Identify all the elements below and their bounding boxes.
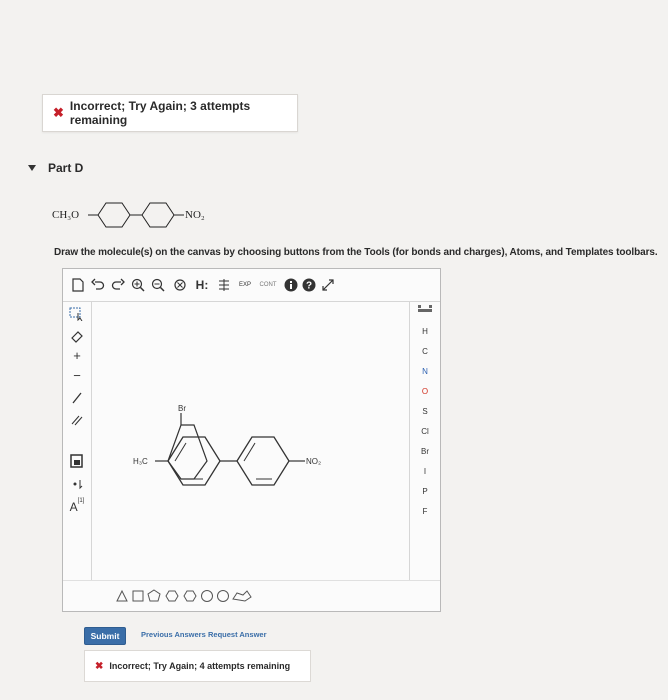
canvas-molecule[interactable]: Br H₃C NO₂ [133,399,393,499]
atom-button-o[interactable]: O [410,387,440,396]
radical-icon[interactable] [67,475,87,493]
feedback-banner-bottom: ✖ Incorrect; Try Again; 4 attempts remai… [84,650,311,682]
new-document-icon[interactable] [69,276,87,294]
benzene-template-icon [183,590,197,602]
undo-icon[interactable] [89,276,107,294]
svg-text:?: ? [306,281,312,292]
fullscreen-icon[interactable] [319,276,337,294]
submit-button[interactable]: Submit [84,627,126,645]
atom-label-tool[interactable]: A [1] [65,497,89,517]
atom-button-p[interactable]: P [410,487,440,496]
methoxy-group: CH₃O [52,209,79,221]
clear-icon[interactable] [171,276,189,294]
triangle-template-icon [116,589,128,602]
octagon-template-icon [217,590,229,602]
atom-button-br[interactable]: Br [410,447,440,456]
feedback-text: Incorrect; Try Again; 3 attempts remaini… [69,99,251,127]
atom-label-index: [1] [77,498,85,504]
atom-button-n[interactable]: N [410,367,440,376]
methyl-group: H₃C [133,457,148,466]
molecule-editor[interactable]: H: EXP CONT ? + − A [1] H C N O S Cl Br … [62,268,441,612]
info-icon[interactable] [283,277,299,293]
atom-button-h[interactable]: H [410,327,440,336]
toolbar-templates [63,580,440,611]
negative-charge-button[interactable]: − [67,367,87,383]
instructions-text: Draw the molecule(s) on the canvas by ch… [54,247,658,258]
hexagon-template-icon [165,590,179,602]
toolbar-tools: + − A [1] [63,301,92,581]
nitro-substituent: NO₂ [306,457,321,466]
template-icon[interactable] [67,451,87,471]
atom-button-c[interactable]: C [410,347,440,356]
redo-icon[interactable] [109,276,127,294]
square-template-icon [132,590,144,602]
hydrogen-toggle-button[interactable]: H: [191,276,213,294]
atom-button-i[interactable]: I [410,467,440,476]
incorrect-icon: ✖ [53,105,64,120]
contract-button[interactable]: CONT [257,277,279,293]
single-bond-icon[interactable] [67,389,87,407]
select-tool-icon[interactable] [67,305,87,323]
nitro-group: NO₂ [185,209,205,221]
heptagon-template-icon [201,590,213,602]
positive-charge-button[interactable]: + [67,347,87,363]
pentagon-template-icon [147,589,161,602]
zoom-in-icon[interactable] [129,276,147,294]
help-icon[interactable]: ? [301,277,317,293]
toolbar-atoms [409,301,440,581]
toolbar-top: H: EXP CONT ? [63,269,440,302]
template-shapes [116,589,252,602]
atom-label-letter: A [69,500,78,514]
atom-button-cl[interactable]: Cl [410,427,440,436]
question-molecule: CH₃O NO₂ [52,198,242,243]
bromo-substituent: Br [178,404,186,413]
incorrect-icon: ✖ [95,660,104,672]
feedback-banner-top: ✖ Incorrect; Try Again; 3 attempts remai… [42,94,298,132]
expand-button[interactable]: EXP [235,277,255,293]
feedback-text: Incorrect; Try Again; 4 attempts remaini… [109,661,291,671]
zoom-out-icon[interactable] [149,276,167,294]
question-molecule-drawing: CH₃O NO₂ [52,202,205,228]
previous-answers-link[interactable]: Previous Answers [141,630,206,639]
atom-button-f[interactable]: F [410,507,440,516]
cyclohexane-chair-icon [232,590,252,602]
eraser-icon[interactable] [67,327,87,345]
collapse-toggle-icon[interactable] [28,165,36,171]
layout-icon[interactable] [215,276,233,294]
periodic-table-icon[interactable] [416,301,434,315]
atom-button-s[interactable]: S [410,407,440,416]
part-title: Part D [48,161,84,175]
bond-types-icon[interactable] [67,411,87,429]
request-answer-link[interactable]: Request Answer [208,630,267,639]
